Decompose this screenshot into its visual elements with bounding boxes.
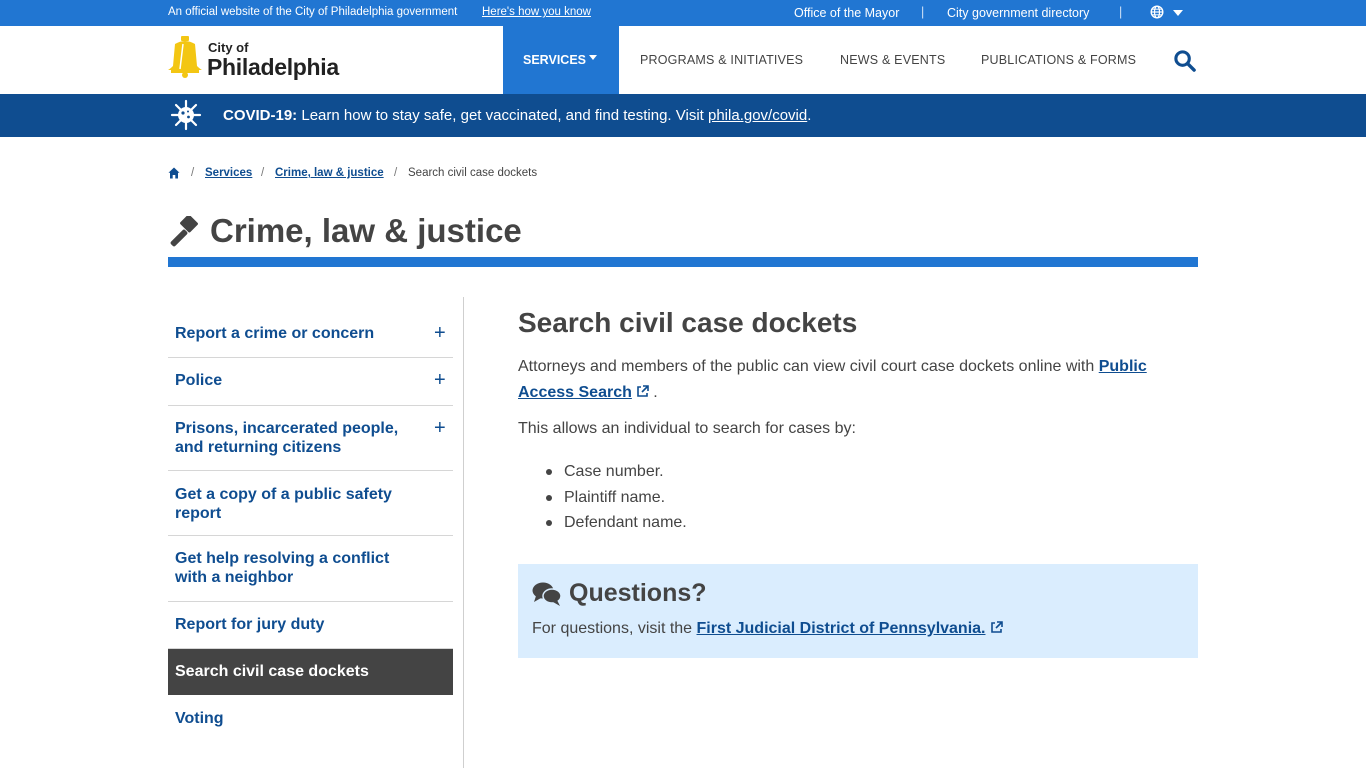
list-item: Defendant name. [546, 510, 687, 536]
breadcrumb-separator: / [191, 167, 195, 179]
intro-suffix: . [648, 384, 658, 401]
breadcrumb-services-link[interactable]: Services [205, 167, 252, 179]
covid-label: COVID-19: [223, 107, 298, 124]
sidebar-item-label: Report for jury duty [175, 616, 325, 633]
sidebar-item-label: Get a copy of a public safety report [175, 486, 392, 522]
nav-services-label: SERVICES [523, 53, 586, 67]
breadcrumb-separator: / [261, 167, 265, 179]
breadcrumb-separator: / [394, 167, 398, 179]
title-underline-bar [168, 257, 1198, 267]
expand-plus-icon[interactable]: + [434, 369, 446, 392]
sidebar-item-voting[interactable]: Voting [168, 695, 453, 743]
comments-icon [532, 582, 562, 606]
sidebar-item-prisons[interactable]: Prisons, incarcerated people, and return… [168, 406, 453, 471]
sidebar-item-label: Voting [175, 710, 224, 727]
nav-programs[interactable]: PROGRAMS & INITIATIVES [640, 53, 803, 67]
external-link-icon [990, 621, 1003, 633]
language-dropdown-caret-icon[interactable] [1173, 10, 1183, 16]
sidebar-item-jury-duty[interactable]: Report for jury duty [168, 602, 453, 649]
virus-icon [170, 99, 202, 131]
nav-news[interactable]: NEWS & EVENTS [840, 53, 945, 67]
city-logo-link[interactable]: City of Philadelphia [167, 36, 339, 84]
questions-text-prefix: For questions, visit the [532, 620, 697, 637]
globe-icon[interactable] [1150, 5, 1164, 19]
sidebar-divider [463, 297, 464, 768]
logo-philadelphia-text: Philadelphia [207, 54, 339, 80]
nav-services[interactable]: SERVICES [503, 26, 619, 94]
home-icon[interactable] [168, 167, 180, 179]
covid-suffix: . [807, 107, 812, 124]
sidebar-item-report-crime[interactable]: Report a crime or concern + [168, 310, 453, 358]
search-icon[interactable] [1173, 49, 1196, 72]
gavel-icon [170, 216, 198, 247]
site-header: City of Philadelphia SERVICES PROGRAMS &… [0, 26, 1366, 94]
topbar-separator: | [921, 5, 925, 19]
questions-title: Questions? [569, 579, 707, 607]
sidebar-item-label: Police [175, 372, 223, 389]
expand-plus-icon[interactable]: + [434, 417, 446, 440]
breadcrumb-crime-law-link[interactable]: Crime, law & justice [275, 167, 384, 179]
criteria-list: Case number. Plaintiff name. Defendant n… [546, 459, 687, 536]
breadcrumb-current: Search civil case dockets [408, 167, 538, 179]
covid-message-text: Learn how to stay safe, get vaccinated, … [297, 107, 708, 124]
covid-link[interactable]: phila.gov/covid [708, 107, 807, 124]
logo-city-of-text: City of [208, 40, 249, 55]
content-title: Search civil case dockets [518, 307, 858, 338]
expand-plus-icon[interactable]: + [434, 322, 446, 345]
intro-text: Attorneys and members of the public can … [518, 358, 1099, 375]
sidebar-item-conflict-neighbor[interactable]: Get help resolving a conflict with a nei… [168, 536, 453, 602]
sidebar-item-label: Report a crime or concern [175, 325, 375, 342]
city-directory-link[interactable]: City government directory [947, 6, 1089, 20]
first-judicial-district-link[interactable]: First Judicial District of Pennsylvania. [697, 620, 986, 637]
liberty-bell-logo-icon [168, 36, 202, 78]
questions-text: For questions, visit the First Judicial … [532, 620, 1003, 638]
intro-paragraph: Attorneys and members of the public can … [518, 354, 1198, 406]
sidebar-item-public-safety-report[interactable]: Get a copy of a public safety report [168, 471, 453, 536]
page-title: Crime, law & justice [210, 212, 522, 249]
covid-banner: COVID-19: Learn how to stay safe, get va… [0, 94, 1366, 137]
topbar-separator: | [1119, 5, 1123, 19]
office-of-mayor-link[interactable]: Office of the Mayor [794, 6, 899, 20]
sidebar-item-civil-dockets[interactable]: Search civil case dockets [168, 649, 453, 695]
how-you-know-link[interactable]: Here's how you know [482, 6, 591, 18]
list-item: Case number. [546, 459, 687, 485]
official-site-bar: An official website of the City of Phila… [0, 0, 1366, 26]
list-item: Plaintiff name. [546, 485, 687, 511]
official-site-text: An official website of the City of Phila… [168, 6, 458, 18]
criteria-intro: This allows an individual to search for … [518, 420, 856, 437]
external-link-icon [637, 385, 649, 397]
sidebar-item-police[interactable]: Police + [168, 358, 453, 406]
covid-message: COVID-19: Learn how to stay safe, get va… [223, 107, 811, 124]
sidebar-item-label: Search civil case dockets [175, 663, 369, 680]
sidebar-item-label: Get help resolving a conflict with a nei… [175, 550, 390, 586]
sidebar-item-label: Prisons, incarcerated people, and return… [175, 420, 399, 456]
chevron-down-icon [589, 55, 597, 60]
nav-publications[interactable]: PUBLICATIONS & FORMS [981, 53, 1136, 67]
questions-callout: Questions? For questions, visit the Firs… [518, 564, 1198, 658]
